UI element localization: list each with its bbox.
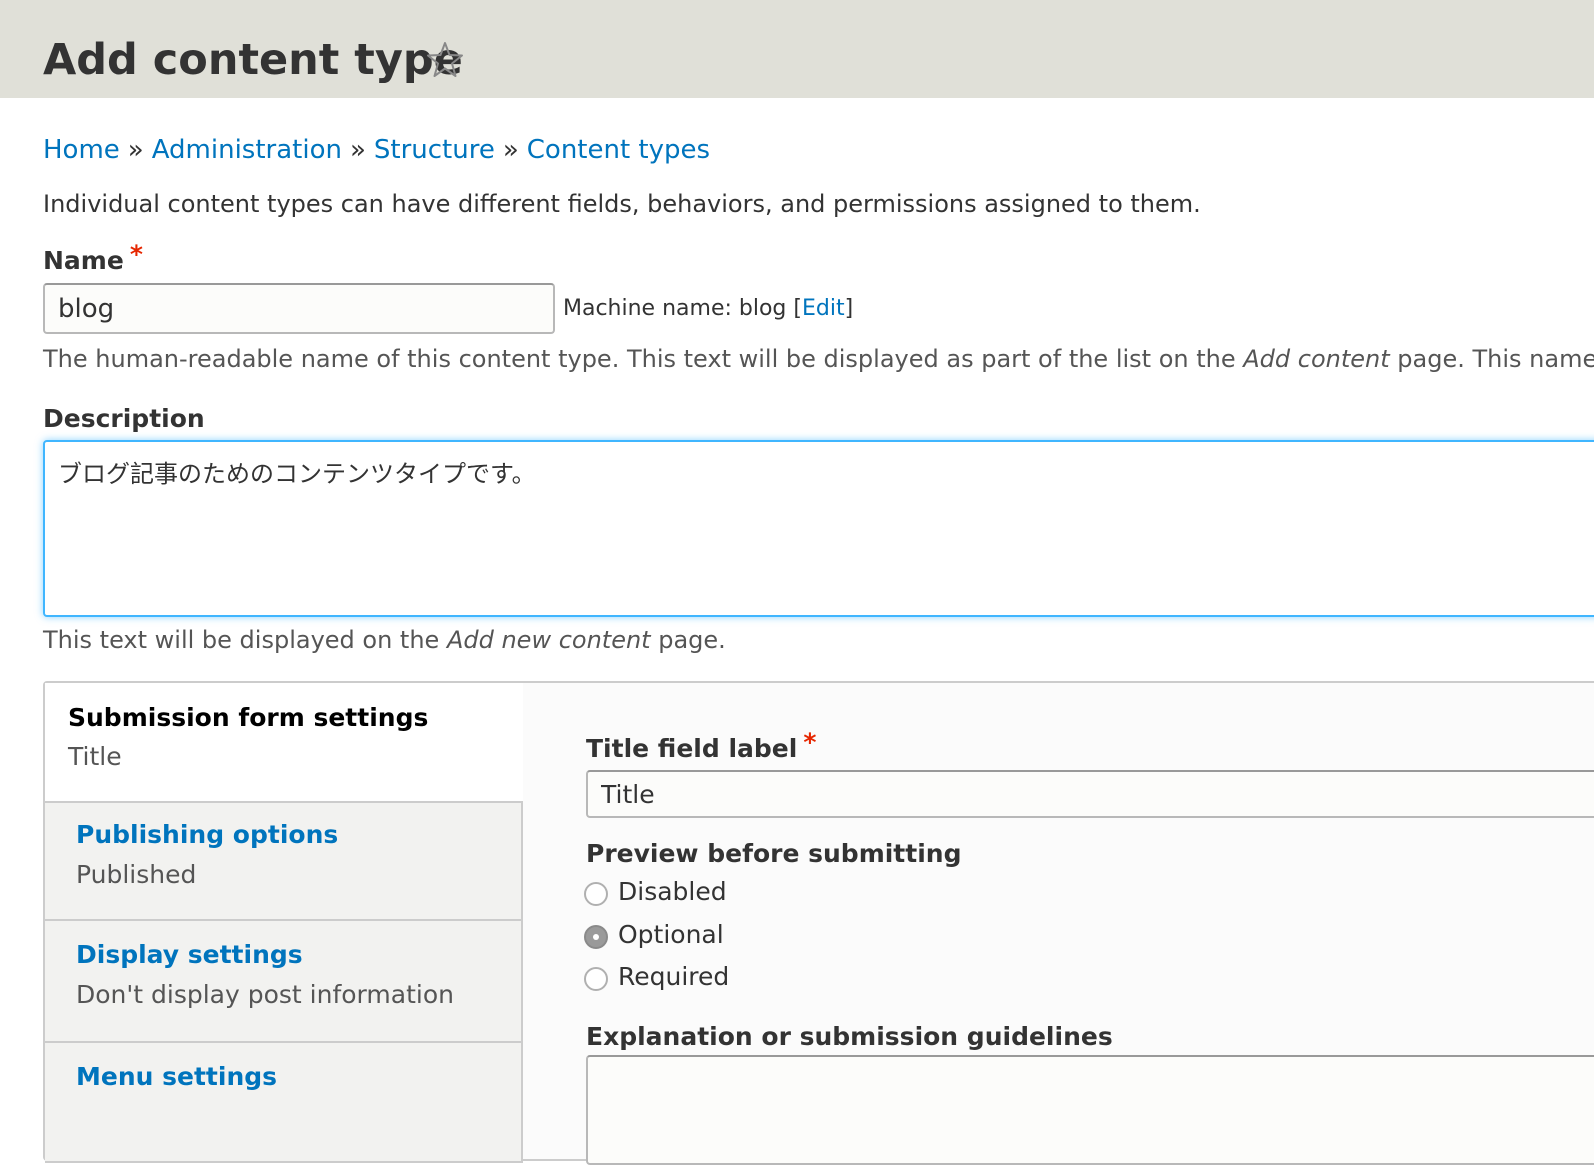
name-input[interactable] <box>43 283 555 334</box>
name-label: Name * <box>43 240 143 277</box>
description-help-text: This text will be displayed on the Add n… <box>43 623 726 657</box>
name-help-emphasis: Add content <box>1243 345 1390 373</box>
page-title: Add content type <box>43 35 463 85</box>
radio-label: Disabled <box>618 877 727 906</box>
vtab-publishing-options[interactable]: Publishing options Published <box>45 803 521 921</box>
breadcrumb-separator: » <box>127 135 144 165</box>
breadcrumb: Home» Administration» Structure» Content ty… <box>43 133 710 167</box>
name-help-prefix: The human-readable name of this content … <box>43 345 1244 373</box>
breadcrumb-content-types[interactable]: Content types <box>527 135 710 165</box>
name-label-text: Name <box>43 246 124 275</box>
name-help-text: The human-readable name of this content … <box>43 342 1594 376</box>
vtab-title: Submission form settings <box>68 703 429 732</box>
vtab-summary: Published <box>76 860 197 889</box>
radio-button[interactable] <box>584 882 608 906</box>
star-outline-icon[interactable] <box>425 40 465 80</box>
breadcrumb-structure[interactable]: Structure <box>374 135 495 165</box>
breadcrumb-home[interactable]: Home <box>43 135 120 165</box>
breadcrumb-separator: » <box>349 135 366 165</box>
vtab-title: Publishing options <box>76 820 339 849</box>
vtab-menu-settings[interactable]: Menu settings <box>45 1043 521 1163</box>
title-field-input[interactable] <box>586 770 1594 818</box>
machine-name-edit-link[interactable]: Edit <box>802 296 845 321</box>
vtab-display-settings[interactable]: Display settings Don't display post info… <box>45 921 521 1043</box>
required-marker: * <box>803 728 817 757</box>
description-help-emphasis: Add new content <box>446 626 651 654</box>
description-textarea[interactable]: ブログ記事のためのコンテンツタイプです。 <box>43 440 1594 617</box>
machine-name-text: Machine name: blog [ <box>563 296 802 321</box>
breadcrumb-administration[interactable]: Administration <box>152 135 342 165</box>
page-header: Add content type <box>0 0 1594 98</box>
vtab-submission-form-settings[interactable]: Submission form settings Title <box>45 683 523 803</box>
radio-button[interactable] <box>584 967 608 991</box>
machine-name: Machine name: blog [Edit] <box>563 294 853 324</box>
radio-label: Optional <box>618 920 724 949</box>
title-field-label: Title field label * <box>586 728 816 765</box>
radio-label: Required <box>618 962 730 991</box>
machine-name-suffix: ] <box>844 296 854 321</box>
required-marker: * <box>129 240 143 269</box>
vtab-title: Menu settings <box>76 1062 278 1091</box>
vertical-tabs-menu: Submission form settings Title Publishin… <box>45 683 523 1163</box>
radio-button-checked[interactable] <box>584 925 608 949</box>
description-label: Description <box>43 404 205 433</box>
description-help-suffix: page. <box>650 626 726 654</box>
intro-text: Individual content types can have differ… <box>43 190 1201 218</box>
guidelines-label: Explanation or submission guidelines <box>586 1022 1113 1051</box>
vtab-summary: Don't display post information <box>76 980 454 1009</box>
vtab-title: Display settings <box>76 940 303 969</box>
vtab-summary: Title <box>68 742 122 771</box>
guidelines-textarea[interactable] <box>586 1055 1594 1165</box>
preview-label: Preview before submitting <box>586 839 962 868</box>
description-help-prefix: This text will be displayed on the <box>43 626 447 654</box>
name-help-suffix: page. This name <box>1389 345 1594 373</box>
title-field-label-text: Title field label <box>586 734 798 763</box>
breadcrumb-separator: » <box>502 135 519 165</box>
